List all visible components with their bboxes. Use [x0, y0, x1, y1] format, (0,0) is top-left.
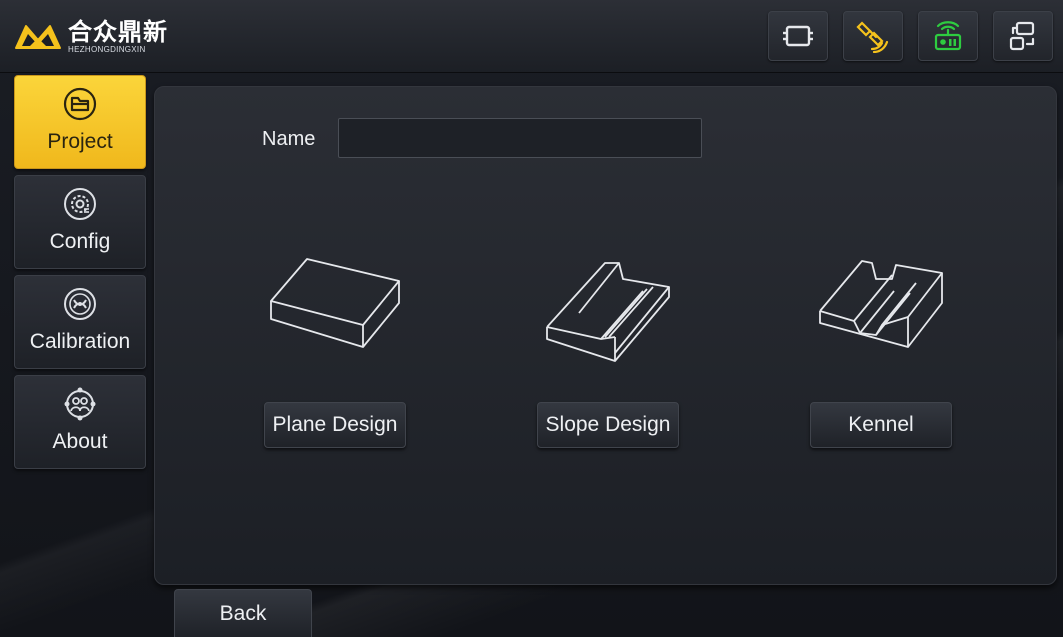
device-switch-icon: [1009, 21, 1035, 51]
sidebar-item-label: Calibration: [29, 330, 131, 353]
name-input[interactable]: [338, 118, 702, 158]
brand-logo: 合众鼎新 HEZHONGDINGXIN: [12, 8, 212, 64]
sidebar-item-project[interactable]: Project: [14, 75, 146, 169]
screen-frame-icon: [783, 25, 813, 47]
sidebar-item-label: About: [52, 430, 108, 453]
plane-design-button[interactable]: Plane Design: [264, 402, 406, 448]
slope-design-icon: [546, 262, 670, 362]
top-bar: 合众鼎新 HEZHONGDINGXIN: [0, 0, 1063, 73]
sidebar-item-calibration[interactable]: Calibration: [14, 275, 146, 369]
slope-design-button[interactable]: Slope Design: [537, 402, 679, 448]
satellite-icon: [856, 21, 889, 53]
folder-icon: [63, 87, 97, 121]
plane-design-label: Plane Design: [272, 413, 398, 436]
satellite-button[interactable]: [843, 11, 903, 61]
radio-icon: [934, 21, 962, 51]
radio-button[interactable]: [918, 11, 978, 61]
kennel-label: Kennel: [848, 413, 914, 436]
sidebar-item-about[interactable]: About: [14, 375, 146, 469]
brand-name-en: HEZHONGDINGXIN: [68, 44, 146, 54]
sidebar: Project Config Calibration About: [14, 75, 146, 475]
kennel-button[interactable]: Kennel: [810, 402, 952, 448]
kennel-icon: [819, 260, 943, 348]
about-network-icon: [64, 387, 96, 421]
main-panel: Name Plane Design Slope Design Kennel: [154, 86, 1057, 585]
settings-gear-icon: [64, 188, 96, 220]
back-button[interactable]: Back: [174, 589, 312, 637]
name-label: Name: [262, 128, 316, 150]
slope-design-label: Slope Design: [545, 413, 671, 436]
calibration-icon: [64, 288, 96, 320]
device-switch-button[interactable]: [993, 11, 1053, 61]
sidebar-item-config[interactable]: Config: [14, 175, 146, 269]
sidebar-item-label: Project: [47, 130, 113, 153]
logo-icon: [15, 25, 61, 49]
brand-name-cn: 合众鼎新: [68, 17, 168, 46]
plane-design-icon: [270, 258, 400, 348]
back-label: Back: [219, 601, 267, 625]
screen-frame-button[interactable]: [768, 11, 828, 61]
sidebar-item-label: Config: [49, 230, 111, 253]
